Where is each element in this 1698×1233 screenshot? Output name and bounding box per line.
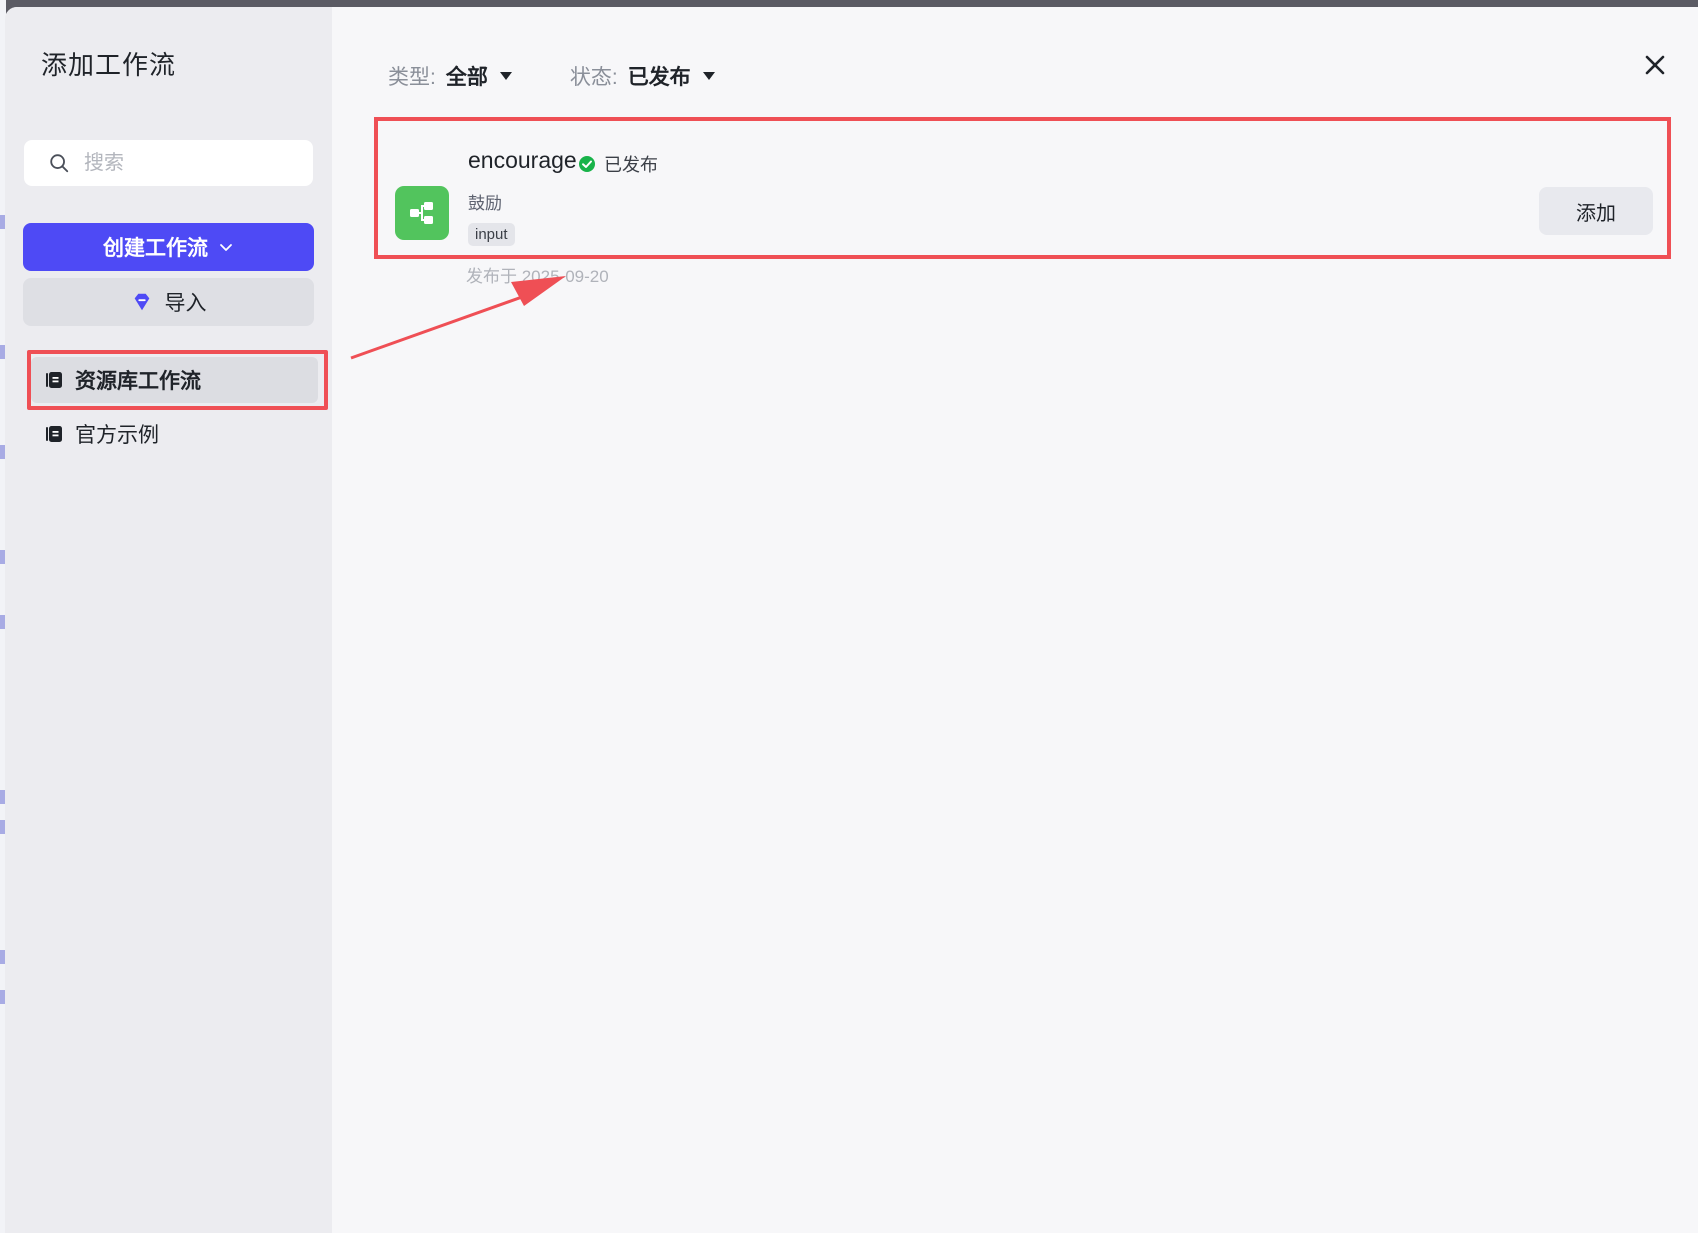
nav-item-official-examples[interactable]: 官方示例 xyxy=(31,411,318,457)
search-input[interactable] xyxy=(82,150,286,176)
status-badge: 已发布 xyxy=(578,151,658,177)
workflow-list-panel: 类型: 全部 状态: 已发布 encourage 已发布 鼓励 input 添加… xyxy=(332,7,1698,1233)
close-icon[interactable] xyxy=(1642,52,1668,78)
check-circle-icon xyxy=(579,156,595,172)
workflow-tag: input xyxy=(468,223,515,246)
import-label: 导入 xyxy=(164,292,207,315)
type-filter-value: 全部 xyxy=(445,66,488,89)
type-filter[interactable]: 类型: 全部 xyxy=(388,61,512,91)
chevron-down-icon xyxy=(220,244,232,251)
search-box[interactable] xyxy=(24,140,313,186)
nav-item-label: 官方示例 xyxy=(75,424,159,447)
workflow-description: 鼓励 xyxy=(468,194,502,213)
caret-down-icon xyxy=(702,72,715,80)
search-icon xyxy=(50,154,69,173)
status-text: 已发布 xyxy=(604,155,658,175)
published-date: 发布于 2025-09-20 xyxy=(466,267,609,286)
dialog-title: 添加工作流 xyxy=(41,50,177,80)
status-filter-label: 状态: xyxy=(569,66,618,89)
import-button[interactable]: 导入 xyxy=(23,278,314,326)
add-workflow-dialog: 添加工作流 创建工作流 导入 xyxy=(5,7,1698,1233)
create-workflow-label: 创建工作流 xyxy=(103,237,208,260)
filter-bar: 类型: 全部 状态: 已发布 xyxy=(388,61,715,91)
diamond-icon xyxy=(134,293,149,311)
caret-down-icon xyxy=(499,72,512,80)
workflow-name: encourage xyxy=(468,147,577,173)
workflow-node-icon xyxy=(410,202,433,224)
create-workflow-button[interactable]: 创建工作流 xyxy=(23,223,314,271)
workflow-card[interactable]: encourage 已发布 鼓励 input 添加 xyxy=(374,117,1671,259)
workflow-icon xyxy=(395,186,449,240)
nav-item-library-workflows[interactable]: 资源库工作流 xyxy=(31,357,318,403)
book-icon xyxy=(46,426,62,442)
sidebar: 添加工作流 创建工作流 导入 xyxy=(5,7,332,1233)
book-icon xyxy=(46,372,62,388)
status-filter-value: 已发布 xyxy=(627,66,691,89)
type-filter-label: 类型: xyxy=(388,66,436,89)
add-workflow-button[interactable]: 添加 xyxy=(1539,187,1653,235)
nav-item-label: 资源库工作流 xyxy=(75,370,201,393)
status-filter[interactable]: 状态: 已发布 xyxy=(570,61,715,91)
